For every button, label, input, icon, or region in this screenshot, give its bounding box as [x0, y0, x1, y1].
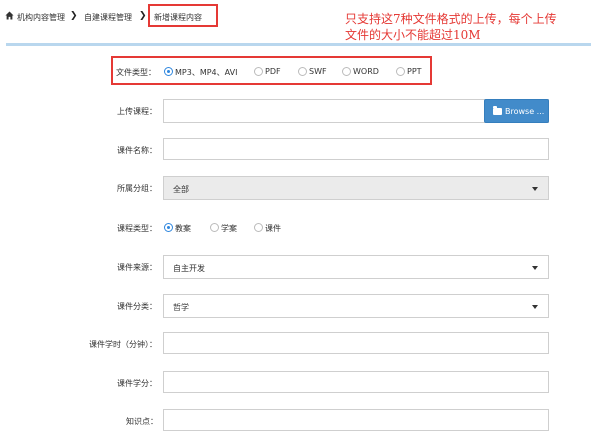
hours-label: 课件学时（分钟）： — [89, 340, 157, 349]
group-label: 所属分组： — [117, 184, 157, 193]
category-select-value: 哲学 — [173, 303, 189, 312]
courseware-name-input[interactable] — [163, 138, 549, 160]
radio-label: MP3、MP4、AVI — [175, 68, 238, 77]
radio-label: SWF — [309, 67, 327, 76]
source-select-value: 自主开发 — [173, 264, 205, 273]
browse-button[interactable]: Browse ... — [484, 99, 549, 123]
radio-circle[interactable] — [164, 67, 173, 76]
source-select[interactable]: 自主开发 — [163, 255, 549, 279]
category-label: 课件分类： — [117, 302, 157, 311]
radio-label: 教案 — [175, 224, 191, 233]
radio-circle[interactable] — [342, 67, 351, 76]
credits-label: 课件学分： — [117, 379, 157, 388]
browse-button-label: Browse ... — [505, 107, 545, 116]
radio-circle[interactable] — [210, 223, 219, 232]
folder-open-icon — [493, 106, 502, 115]
category-select[interactable]: 哲学 — [163, 294, 549, 318]
caret-down-icon — [532, 187, 538, 191]
courseware-name-label: 课件名称： — [117, 146, 157, 155]
source-label: 课件来源： — [117, 263, 157, 272]
knowledge-label: 知识点： — [126, 417, 158, 426]
radio-label: PPT — [407, 67, 422, 76]
radio-label: 课件 — [265, 224, 281, 233]
radio-circle[interactable] — [254, 67, 263, 76]
radio-circle[interactable] — [254, 223, 263, 232]
upload-label: 上传课程： — [117, 107, 157, 116]
credits-input[interactable] — [163, 371, 549, 393]
course-type-label: 课程类型： — [117, 224, 157, 233]
caret-down-icon — [532, 266, 538, 270]
radio-label: WORD — [353, 67, 379, 76]
group-select-value: 全部 — [173, 185, 189, 194]
caret-down-icon — [532, 305, 538, 309]
radio-circle[interactable] — [396, 67, 405, 76]
radio-circle[interactable] — [298, 67, 307, 76]
group-select[interactable]: 全部 — [163, 176, 549, 200]
radio-circle[interactable] — [164, 223, 173, 232]
hours-input[interactable] — [163, 332, 549, 354]
file-type-label: 文件类型： — [116, 68, 156, 77]
radio-label: PDF — [265, 67, 281, 76]
knowledge-input[interactable] — [163, 409, 549, 431]
radio-label: 学案 — [221, 224, 237, 233]
